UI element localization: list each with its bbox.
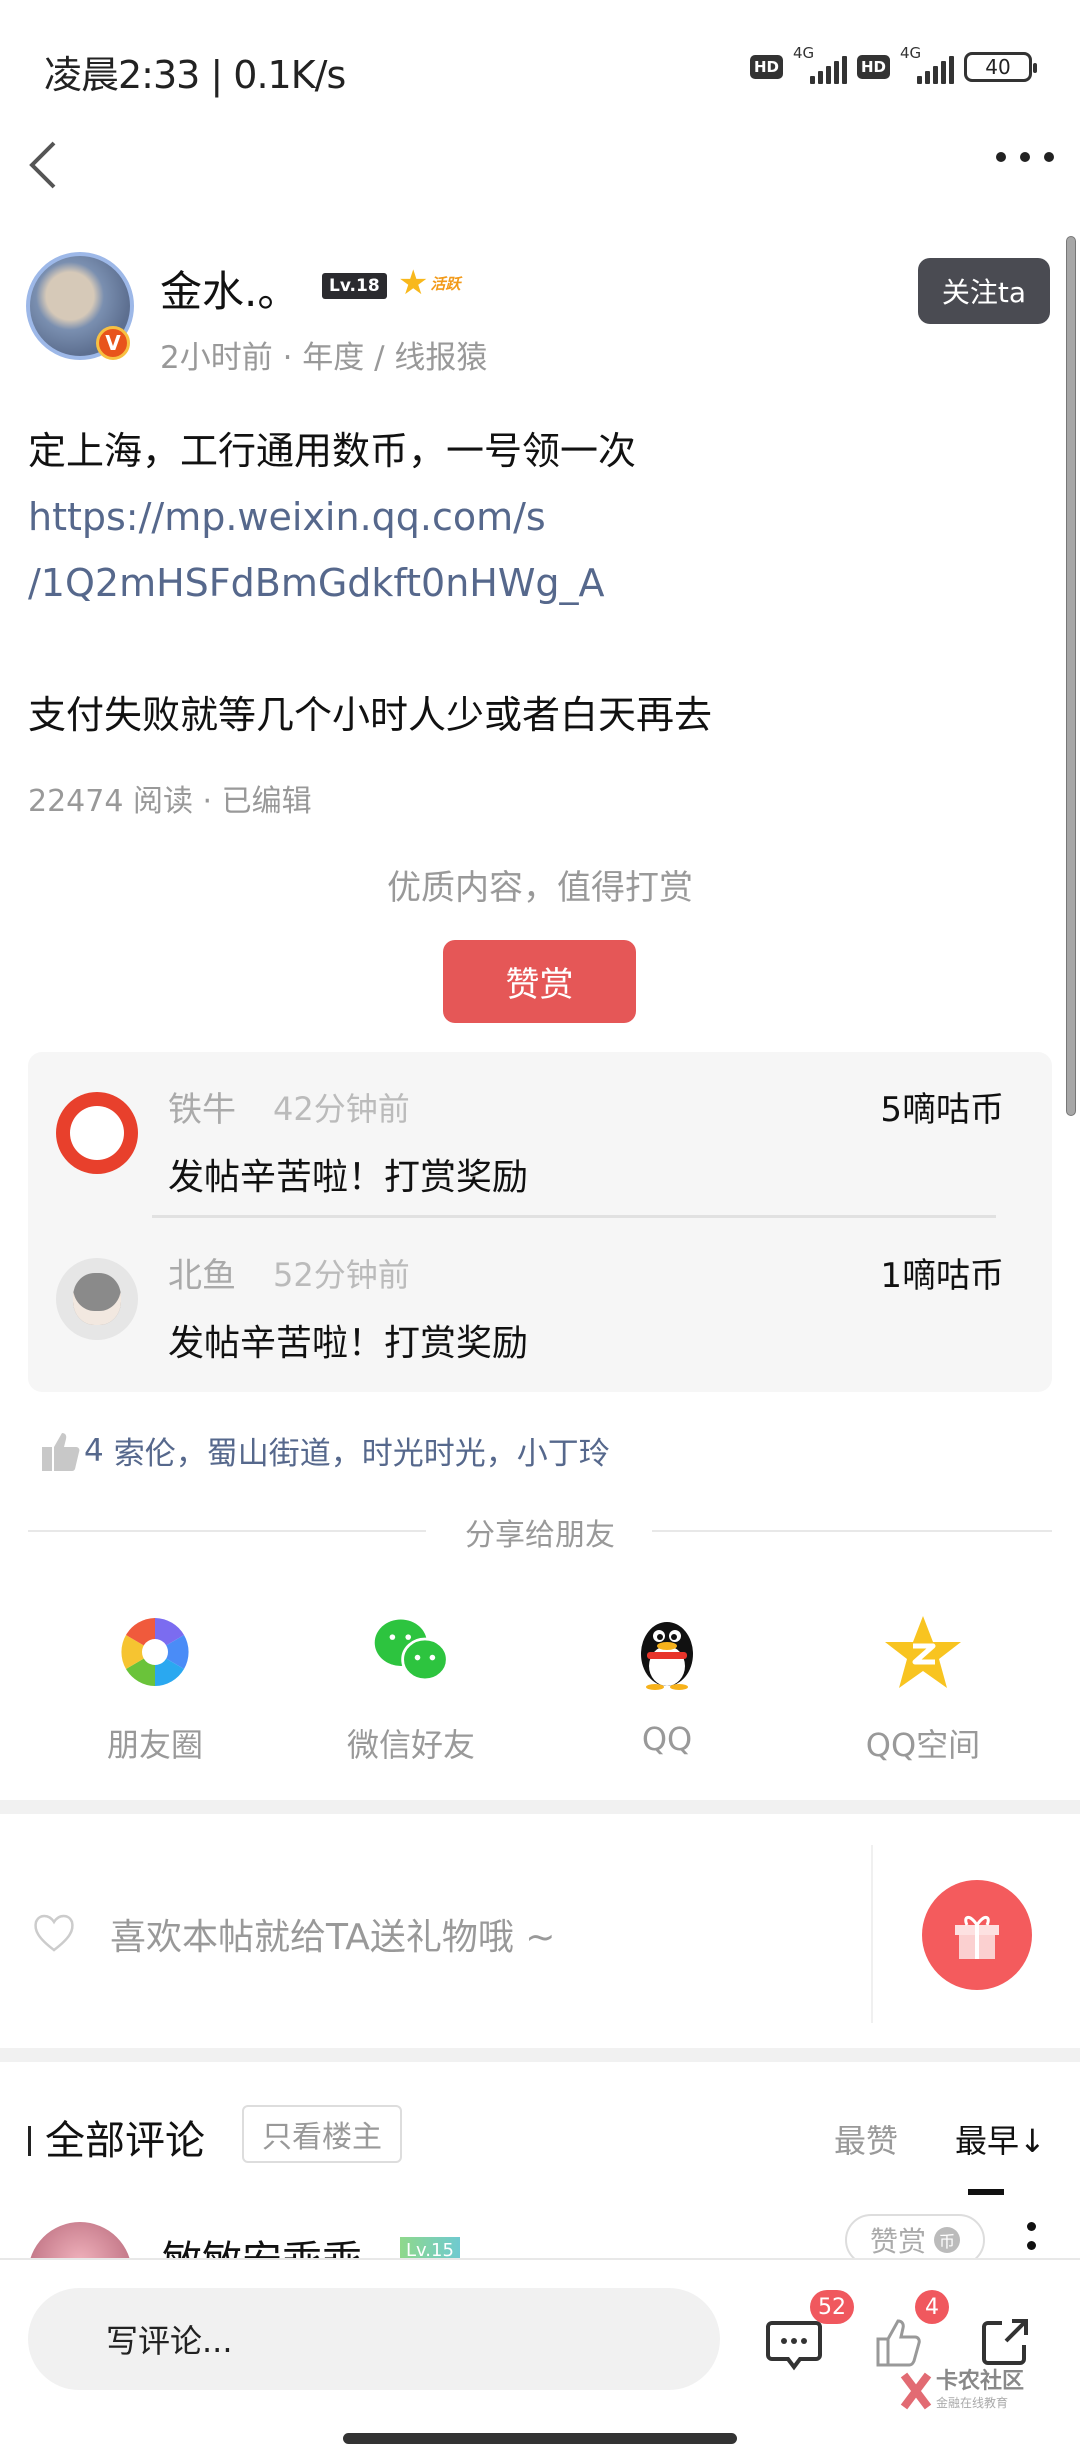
star-icon: ★ [398,263,429,303]
reward-user-name[interactable]: 铁牛 [168,1082,236,1131]
watermark: 卡农社区 金融在线教育 [900,2370,1024,2411]
like-count-badge: 4 [915,2290,949,2324]
reward-user-avatar[interactable] [56,1092,138,1174]
post-stats: 22474 阅读 · 已编辑 [28,784,312,819]
signal-icon: 4G [900,44,954,84]
share-button[interactable] [976,2315,1032,2375]
reward-message: 发帖辛苦啦！打赏奖励 [168,1157,529,1198]
reward-amount: 1嘀咕币 [880,1256,1004,1296]
reward-user-avatar[interactable] [56,1258,138,1340]
wechat-icon [371,1612,451,1692]
reward-time: 42分钟前 [273,1090,410,1128]
comments-button[interactable] [766,2315,822,2375]
active-badge: ★ 活跃 [398,263,461,303]
status-icons: HD 4G HD 4G 40 [749,44,1037,84]
share-moments[interactable]: 朋友圈 [27,1612,283,1766]
section-separator [0,2048,1080,2062]
kanong-logo-icon [900,2372,932,2409]
like-button[interactable] [872,2315,928,2375]
qzone-icon [883,1612,963,1692]
status-time: 凌晨2:33 | 0.1K/s [44,53,346,97]
level-badge: Lv.18 [322,273,387,299]
share-qq[interactable]: QQ [539,1612,795,1766]
reward-time: 52分钟前 [273,1256,410,1294]
comment-count-badge: 52 [810,2290,854,2324]
thumbs-up-icon [876,2319,921,2367]
post-content: 定上海，工行通用数币，一号领一次 https://mp.weixin.qq.co… [28,418,1038,748]
reward-list: 铁牛 42分钟前 5嘀咕币 发帖辛苦啦！打赏奖励 北鱼 52分钟前 1嘀咕币 发… [28,1052,1052,1392]
back-button[interactable] [24,135,64,195]
sort-active-indicator [968,2189,1004,2195]
battery-icon: 40 [964,52,1037,82]
heart-icon [32,1910,76,1954]
qq-icon [627,1612,707,1692]
gift-prompt[interactable]: 喜欢本帖就给TA送礼物哦 ~ [110,1908,555,1960]
author-name[interactable]: 金水.。 [160,258,299,319]
divider [871,1845,873,2023]
reward-amount: 5嘀咕币 [880,1090,1004,1130]
share-options: 朋友圈 微信好友 QQ QQ空间 [0,1612,1080,1766]
follow-button[interactable]: 关注ta [918,258,1050,324]
sort-earliest[interactable]: 最早↓ [955,2116,1046,2162]
coin-icon: 币 [934,2227,960,2253]
gift-icon [955,1916,999,1959]
reward-message: 发帖辛苦啦！打赏奖励 [168,1323,529,1364]
scrollbar[interactable] [1066,236,1076,1116]
hd-icon: HD [749,55,783,79]
post-link[interactable]: /1Q2mHSFdBmGdkft0nHWg_A [28,550,1038,616]
chevron-left-icon [29,141,56,189]
share-title: 分享给朋友 [465,1518,615,1553]
comment-input[interactable]: 写评论... [28,2288,720,2390]
share-qzone[interactable]: QQ空间 [795,1612,1051,1766]
share-external-icon [982,2319,1028,2365]
reward-user-name[interactable]: 北鱼 [168,1248,236,1297]
reward-item: 铁牛 42分钟前 5嘀咕币 发帖辛苦啦！打赏奖励 [28,1052,1052,1218]
thumbs-up-icon [42,1432,80,1471]
comments-title: 全部评论 [28,2108,205,2166]
comment-bubble-icon [766,2321,822,2371]
send-gift-button[interactable] [922,1880,1032,1990]
share-wechat[interactable]: 微信好友 [283,1612,539,1766]
section-separator [0,1800,1080,1814]
signal-icon: 4G [793,44,847,84]
owner-only-filter[interactable]: 只看楼主 [242,2105,402,2163]
post-meta: 2小时前 · 年度 / 线报猿 [160,340,488,376]
verified-badge: V [96,326,130,360]
reward-hint: 优质内容，值得打赏 [387,868,693,908]
sort-most-liked[interactable]: 最赞 [834,2116,898,2162]
likes-count: 4 [84,1432,104,1469]
post-link[interactable]: https://mp.weixin.qq.com/s [28,484,1038,550]
likes-row[interactable]: 4 索伦，蜀山街道，时光时光，小丁玲 [38,1428,610,1473]
reward-item: 北鱼 52分钟前 1嘀咕币 发帖辛苦啦！打赏奖励 [28,1218,1052,1383]
likes-names[interactable]: 索伦，蜀山街道，时光时光，小丁玲 [114,1428,610,1473]
more-options-button[interactable] [996,152,1054,162]
post-text: 定上海，工行通用数币，一号领一次 [28,429,637,473]
reward-button[interactable]: 赞赏 [443,940,636,1023]
hd-icon: HD [856,55,890,79]
home-indicator[interactable] [343,2433,737,2444]
post-text: 支付失败就等几个小时人少或者白天再去 [28,693,713,737]
moments-icon [115,1612,195,1692]
